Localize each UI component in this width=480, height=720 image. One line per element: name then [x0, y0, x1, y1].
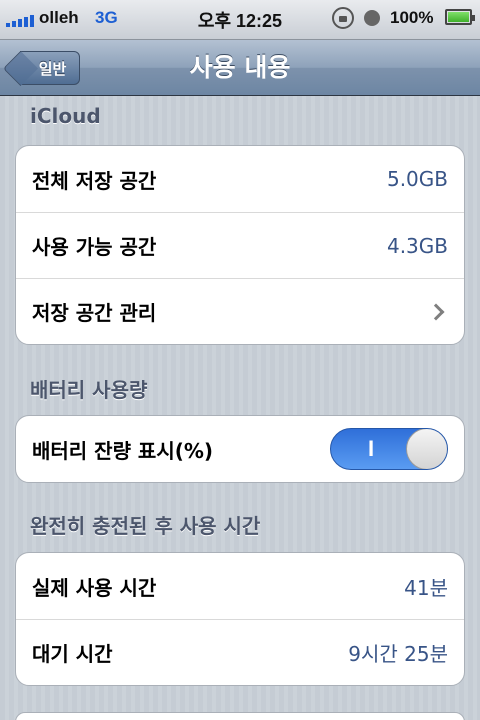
row-available-storage: 사용 가능 공간 4.3GB — [16, 212, 464, 278]
row-value: 4.3GB — [386, 233, 448, 258]
section-header-usage: 완전히 충전된 후 사용 시간 — [30, 514, 261, 538]
row-label: 배터리 잔량 표시(%) — [32, 438, 214, 463]
toggle-knob — [406, 429, 447, 469]
status-bar: olleh 3G 오후 12:25 100% — [0, 0, 480, 40]
alarm-icon — [364, 10, 380, 26]
back-button[interactable]: 일반 — [20, 51, 80, 85]
row-label: 전체 저장 공간 — [32, 168, 157, 193]
battery-group: 배터리 잔량 표시(%) I — [15, 415, 465, 483]
next-group-edge — [15, 712, 465, 720]
icloud-group: 전체 저장 공간 5.0GB 사용 가능 공간 4.3GB 저장 공간 관리 — [15, 145, 465, 345]
usage-group: 실제 사용 시간 41분 대기 시간 9시간 25분 — [15, 552, 465, 686]
row-label: 사용 가능 공간 — [32, 235, 157, 259]
battery-percentage-toggle[interactable]: I — [330, 428, 448, 470]
navigation-bar: 사용 내용 일반 — [0, 40, 480, 96]
row-value: 5.0GB — [386, 167, 448, 191]
row-value: 9시간 25분 — [348, 642, 448, 666]
section-header-icloud: iCloud — [30, 104, 101, 128]
row-label: 저장 공간 관리 — [32, 301, 157, 325]
battery-icon — [445, 9, 475, 25]
battery-fill — [448, 12, 469, 22]
rotation-lock-icon — [332, 7, 354, 29]
battery-percentage: 100% — [390, 8, 434, 27]
row-battery-percentage: 배터리 잔량 표시(%) I — [16, 416, 464, 482]
row-label: 대기 시간 — [32, 642, 113, 666]
row-standby-time: 대기 시간 9시간 25분 — [16, 619, 464, 685]
back-button-label: 일반 — [38, 59, 67, 78]
section-header-battery: 배터리 사용량 — [30, 378, 148, 402]
chevron-right-icon — [427, 303, 445, 320]
row-label: 실제 사용 시간 — [32, 575, 157, 600]
row-manage-storage[interactable]: 저장 공간 관리 — [16, 278, 464, 344]
row-usage-time: 실제 사용 시간 41분 — [16, 553, 464, 619]
row-value: 41분 — [404, 575, 448, 600]
toggle-on-label: I — [367, 436, 375, 461]
row-total-storage: 전체 저장 공간 5.0GB — [16, 146, 464, 212]
